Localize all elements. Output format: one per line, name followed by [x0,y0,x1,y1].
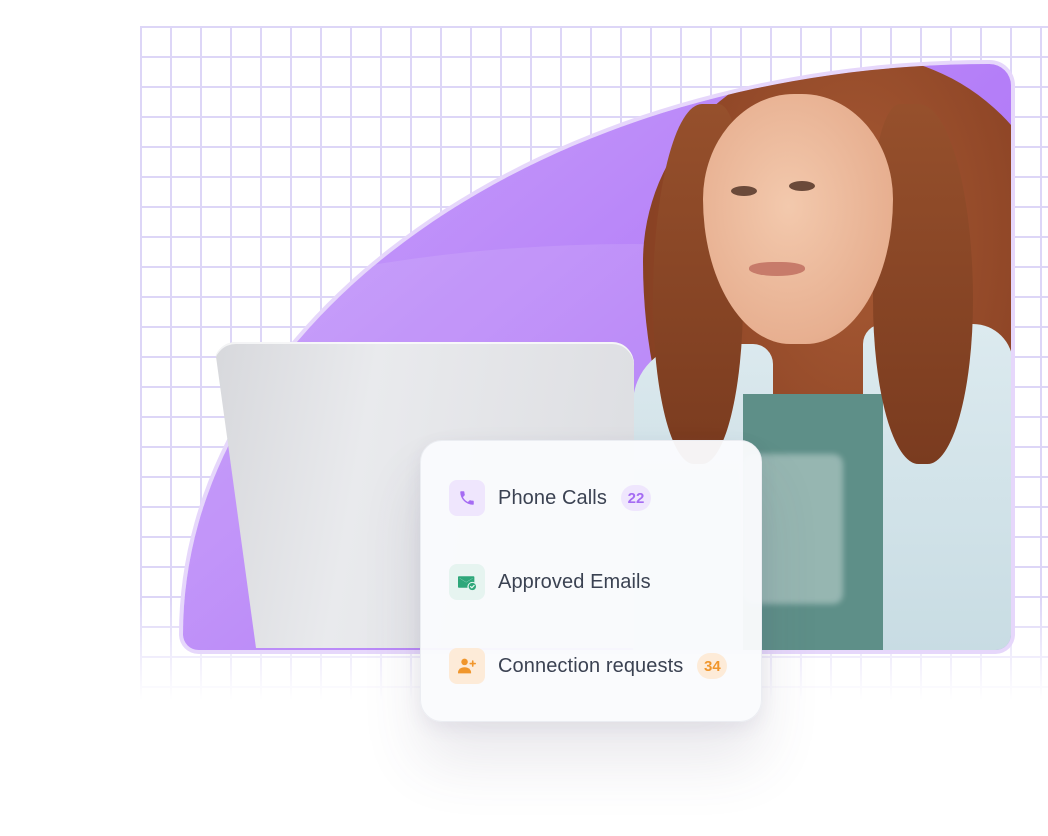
activity-item-connection-requests[interactable]: Connection requests 34 [449,646,728,686]
count-badge: 34 [697,653,728,679]
eye-right [789,181,815,191]
activity-label: Approved Emails [498,570,651,593]
lips [749,262,805,276]
eye-left [731,186,757,196]
phone-icon [449,480,485,516]
count-badge: 22 [620,485,651,511]
activity-label: Phone Calls [498,486,607,509]
activity-card: Phone Calls 22 Approved Emails Connectio… [420,440,762,722]
activity-label: Connection requests [498,654,684,677]
user-add-icon [449,648,485,684]
activity-item-phone-calls[interactable]: Phone Calls 22 [449,478,651,518]
activity-item-approved-emails[interactable]: Approved Emails [449,562,651,602]
email-check-icon [449,564,485,600]
